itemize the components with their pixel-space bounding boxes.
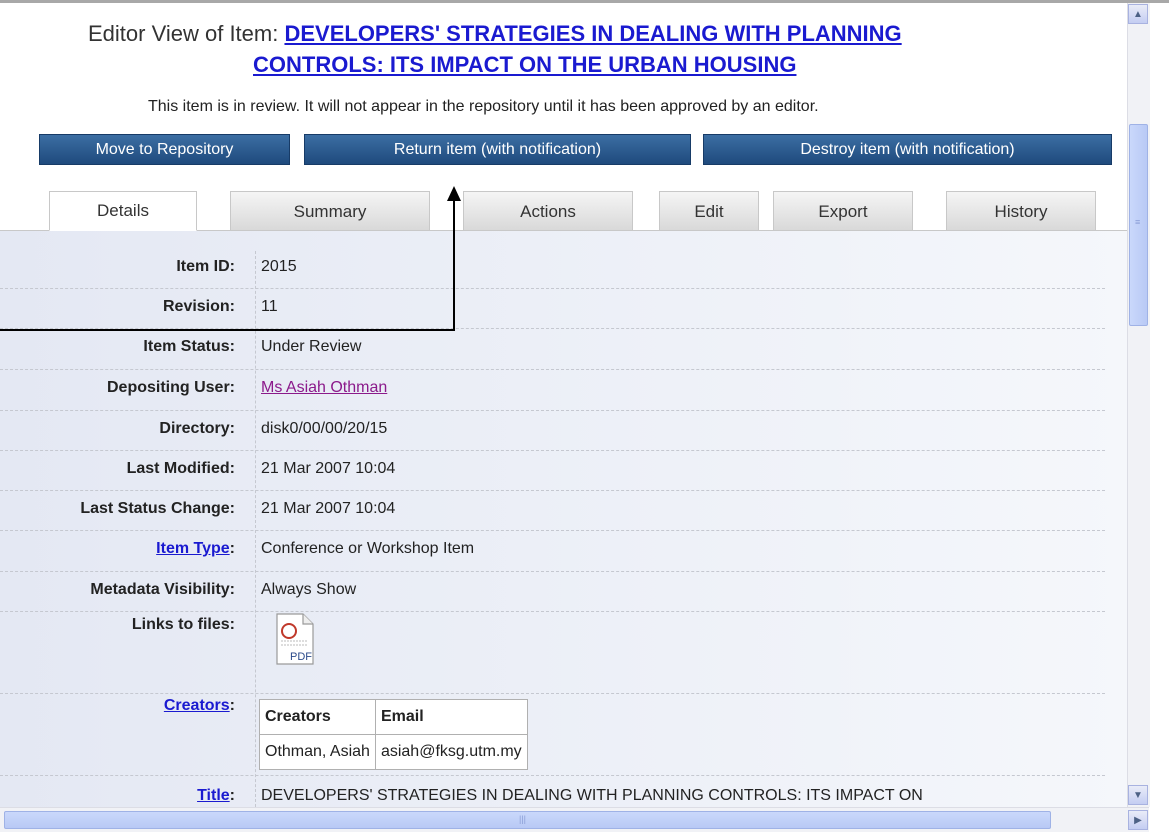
- tab-bar: Details Summary Actions Edit Export Hist…: [0, 191, 1127, 231]
- creator-email-cell: asiah@fksg.utm.my: [374, 734, 528, 770]
- title-value: DEVELOPERS' STRATEGIES IN DEALING WITH P…: [261, 787, 923, 804]
- editor-view-page: Editor View of Item: DEVELOPERS' STRATEG…: [0, 3, 1127, 807]
- detail-row-visibility: Metadata Visibility: Always Show: [0, 571, 1105, 612]
- return-item-button[interactable]: Return item (with notification): [304, 134, 691, 165]
- creators-help-link[interactable]: Creators: [164, 697, 230, 714]
- last-modified-value: 21 Mar 2007 10:04: [261, 460, 396, 477]
- directory-label: Directory:: [159, 420, 235, 437]
- title-label: Title:: [197, 787, 235, 804]
- last-status-label: Last Status Change:: [80, 500, 235, 517]
- visibility-value: Always Show: [261, 581, 357, 598]
- pdf-label: PDF: [290, 651, 312, 663]
- detail-row-last-modified: Last Modified: 21 Mar 2007 10:04: [0, 450, 1105, 491]
- creator-name-cell: Othman, Asiah: [259, 734, 376, 770]
- annotation-arrowhead-icon: [447, 186, 461, 201]
- directory-value: disk0/00/00/20/15: [261, 420, 388, 437]
- tab-details[interactable]: Details: [49, 191, 197, 231]
- status-label: Item Status:: [143, 338, 235, 355]
- tab-summary[interactable]: Summary: [230, 191, 430, 231]
- item-title-link-cont[interactable]: CONTROLS: ITS IMPACT ON THE URBAN HOUSIN…: [253, 52, 796, 77]
- depositor-value: Ms Asiah Othman: [261, 379, 387, 397]
- last-status-value: 21 Mar 2007 10:04: [261, 500, 396, 517]
- detail-row-directory: Directory: disk0/00/00/20/15: [0, 410, 1105, 451]
- links-label: Links to files:: [131, 616, 235, 633]
- visibility-label: Metadata Visibility:: [90, 581, 235, 598]
- depositor-label: Depositing User:: [106, 379, 235, 396]
- revision-value: 11: [261, 298, 278, 315]
- page-title-line2: CONTROLS: ITS IMPACT ON THE URBAN HOUSIN…: [253, 52, 796, 78]
- title-help-link[interactable]: Title: [197, 787, 230, 804]
- tab-edit[interactable]: Edit: [659, 191, 759, 231]
- annotation-arrow-horizontal: [0, 329, 455, 331]
- detail-row-title: Title: DEVELOPERS' STRATEGIES IN DEALING…: [0, 775, 1105, 807]
- review-notice: This item is in review. It will not appe…: [148, 98, 819, 115]
- detail-row-creators: Creators:: [0, 693, 1105, 776]
- chevron-right-icon[interactable]: ▶: [1128, 810, 1148, 830]
- detail-row-status: Item Status: Under Review: [0, 328, 1105, 370]
- detail-row-depositor: Depositing User: Ms Asiah Othman: [0, 369, 1105, 411]
- detail-row-last-status: Last Status Change: 21 Mar 2007 10:04: [0, 490, 1105, 531]
- email-col-header: Email: [374, 699, 528, 735]
- pdf-file-icon[interactable]: PDF: [275, 613, 315, 665]
- chevron-up-icon[interactable]: ▲: [1128, 4, 1148, 24]
- creators-table: Creators Email Othman, Asiah asiah@fksg.…: [259, 699, 528, 770]
- title-prefix: Editor View of Item:: [88, 21, 279, 46]
- horizontal-scroll-thumb[interactable]: |||: [4, 811, 1051, 829]
- revision-label: Revision:: [162, 298, 235, 315]
- last-modified-label: Last Modified:: [126, 460, 235, 477]
- item-type-value: Conference or Workshop Item: [261, 540, 475, 557]
- creators-col-header: Creators: [259, 699, 376, 735]
- item-id-value: 2015: [261, 258, 297, 275]
- status-value: Under Review: [261, 338, 362, 355]
- tab-history[interactable]: History: [946, 191, 1096, 231]
- destroy-item-button[interactable]: Destroy item (with notification): [703, 134, 1112, 165]
- item-type-label: Item Type:: [156, 540, 235, 557]
- move-to-repository-button[interactable]: Move to Repository: [39, 134, 290, 165]
- depositor-link[interactable]: Ms Asiah Othman: [261, 379, 387, 396]
- chevron-down-icon[interactable]: ▼: [1128, 785, 1148, 805]
- detail-row-links: Links to files:: [0, 611, 1105, 694]
- creators-label: Creators:: [163, 697, 235, 714]
- creators-header-row: Creators Email: [259, 699, 528, 735]
- vertical-scroll-thumb[interactable]: ≡: [1129, 124, 1148, 326]
- page-title-line1: Editor View of Item: DEVELOPERS' STRATEG…: [88, 21, 902, 47]
- item-id-label: Item ID:: [176, 258, 235, 275]
- tab-export[interactable]: Export: [773, 191, 913, 231]
- annotation-arrow-vertical: [453, 199, 455, 331]
- tab-actions[interactable]: Actions: [463, 191, 633, 231]
- detail-row-item-id: Item ID: 2015: [0, 248, 1105, 289]
- detail-row-revision: Revision: 11: [0, 288, 1105, 329]
- table-row: Othman, Asiah asiah@fksg.utm.my: [259, 734, 528, 770]
- item-title-link[interactable]: DEVELOPERS' STRATEGIES IN DEALING WITH P…: [284, 21, 901, 46]
- detail-row-item-type: Item Type: Conference or Workshop Item: [0, 530, 1105, 572]
- item-type-help-link[interactable]: Item Type: [156, 540, 230, 557]
